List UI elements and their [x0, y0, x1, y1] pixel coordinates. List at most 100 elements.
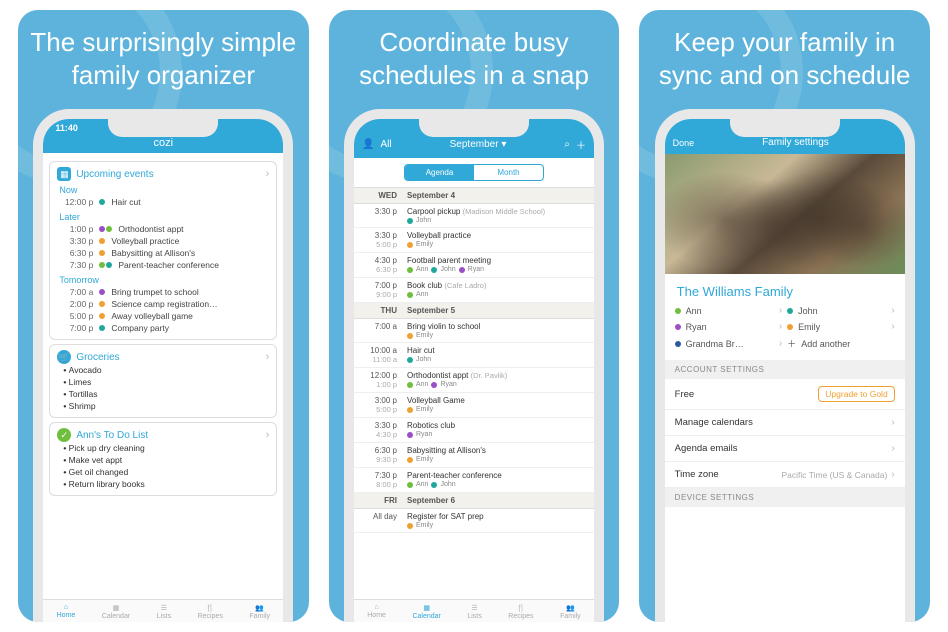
settings-row[interactable]: Manage calendars›: [665, 410, 905, 436]
tab-recipes[interactable]: 🍴Recipes: [508, 604, 533, 620]
settings-row[interactable]: Time zonePacific Time (US & Canada)›: [665, 462, 905, 488]
member-row[interactable]: Ryan›: [675, 321, 783, 332]
member-row[interactable]: Ann›: [675, 305, 783, 316]
month-title[interactable]: September ▾: [398, 139, 559, 150]
event-row[interactable]: 7:30 pParent-teacher conference: [57, 259, 269, 271]
calendar-event[interactable]: 3:00 p5:00 pVolleyball Game Emily: [354, 393, 594, 418]
calendar-event[interactable]: 12:00 p1:00 pOrthodontist appt (Dr. Pavl…: [354, 368, 594, 393]
tab-lists[interactable]: ☰Lists: [157, 604, 171, 620]
calendar-event[interactable]: 7:30 p8:00 pParent-teacher conference An…: [354, 468, 594, 493]
event-row[interactable]: 7:00 aBring trumpet to school: [57, 286, 269, 298]
calendar-event[interactable]: 3:30 p4:30 pRobotics club Ryan: [354, 418, 594, 443]
list-item[interactable]: Get oil changed: [57, 466, 269, 478]
list-item[interactable]: Avocado: [57, 364, 269, 376]
chevron-right-icon: ›: [779, 338, 782, 349]
calendar-event[interactable]: 4:30 p6:30 pFootball parent meeting Ann …: [354, 253, 594, 278]
add-member-button[interactable]: ＋Add another: [787, 337, 895, 350]
list-item[interactable]: Tortillas: [57, 388, 269, 400]
list-item[interactable]: Make vet appt: [57, 454, 269, 466]
phone-frame-1: 11:40 cozi ▦ Upcoming events › Now12:00 …: [33, 109, 293, 622]
account-section-header: ACCOUNT SETTINGS: [665, 360, 905, 379]
time-group-label: Tomorrow: [59, 275, 269, 285]
chevron-right-icon: ›: [891, 443, 894, 454]
groceries-card[interactable]: 🛒 Groceries › AvocadoLimesTortillasShrim…: [49, 344, 277, 418]
chevron-right-icon: ›: [891, 417, 894, 428]
filter-all[interactable]: All: [380, 139, 391, 150]
calendar-icon: ▦: [57, 167, 71, 181]
upcoming-card[interactable]: ▦ Upcoming events › Now12:00 pHair cutLa…: [49, 161, 277, 340]
person-icon[interactable]: 👤: [362, 139, 374, 150]
add-icon[interactable]: ＋: [576, 137, 586, 152]
event-row[interactable]: 6:30 pBabysitting at Allison's: [57, 247, 269, 259]
settings-row[interactable]: FreeUpgrade to Gold: [665, 379, 905, 410]
list-item[interactable]: Pick up dry cleaning: [57, 442, 269, 454]
members-grid: Ann› John› Ryan› Emily› Grandma Br…› ＋Add ano…: [665, 305, 905, 360]
calendar-event[interactable]: All dayRegister for SAT prep Emily: [354, 509, 594, 533]
chevron-right-icon: ›: [891, 305, 894, 316]
seg-month[interactable]: Month: [474, 165, 543, 180]
calendar-icon: ▦: [113, 604, 120, 612]
calendar-icon: ▦: [423, 604, 430, 612]
tab-family[interactable]: 👥Family: [560, 604, 581, 620]
tab-lists[interactable]: ☰Lists: [467, 604, 481, 620]
settings-row[interactable]: Agenda emails›: [665, 436, 905, 462]
lists-icon: ☰: [471, 604, 477, 612]
calendar-event[interactable]: 7:00 p9:00 pBook club (Cafe Ladro)Ann: [354, 278, 594, 303]
family-icon: 👥: [255, 604, 264, 612]
chevron-right-icon: ›: [891, 321, 894, 332]
home-icon: ⌂: [374, 604, 378, 611]
device-section-header: DEVICE SETTINGS: [665, 488, 905, 507]
tab-recipes[interactable]: 🍴Recipes: [198, 604, 223, 620]
done-button[interactable]: Done: [673, 138, 695, 148]
plus-icon: ＋: [787, 337, 796, 350]
headline-2: Coordinate busy schedules in a snap: [339, 26, 610, 91]
seg-agenda[interactable]: Agenda: [405, 165, 474, 180]
recipes-icon: 🍴: [517, 604, 526, 612]
chevron-right-icon: ›: [266, 168, 270, 180]
settings-title: Family settings: [694, 137, 896, 148]
clock: 11:40: [55, 123, 78, 133]
event-row[interactable]: 7:00 pCompany party: [57, 322, 269, 334]
time-group-label: Later: [59, 212, 269, 222]
chevron-right-icon: ›: [891, 469, 894, 480]
chevron-right-icon: ›: [779, 321, 782, 332]
phone-frame-3: Done Family settings The Williams Family…: [655, 109, 915, 622]
list-item[interactable]: Limes: [57, 376, 269, 388]
family-icon: 👥: [566, 604, 575, 612]
home-icon: ⌂: [64, 604, 68, 611]
member-row[interactable]: Grandma Br…›: [675, 337, 783, 350]
event-row[interactable]: 2:00 pScience camp registration…: [57, 298, 269, 310]
event-row[interactable]: 12:00 pHair cut: [57, 196, 269, 208]
event-row[interactable]: 1:00 pOrthodontist appt: [57, 223, 269, 235]
calendar-event[interactable]: 7:00 aBring violin to school Emily: [354, 319, 594, 343]
headline-3: Keep your family in sync and on schedule: [649, 26, 920, 91]
event-row[interactable]: 3:30 pVolleyball practice: [57, 235, 269, 247]
upgrade-button[interactable]: Upgrade to Gold: [818, 386, 894, 402]
list-item[interactable]: Shrimp: [57, 400, 269, 412]
family-photo[interactable]: [665, 154, 905, 274]
calendar-event[interactable]: 6:30 p9:30 pBabysitting at Allison's Emi…: [354, 443, 594, 468]
tab-calendar[interactable]: ▦Calendar: [102, 604, 130, 620]
chevron-right-icon: ›: [266, 351, 270, 363]
member-row[interactable]: John›: [787, 305, 895, 316]
upcoming-title: Upcoming events: [76, 169, 153, 180]
recipes-icon: 🍴: [206, 604, 215, 612]
tab-home[interactable]: ⌂Home: [57, 604, 76, 620]
app-logo: cozi: [51, 137, 275, 149]
panel-3: Keep your family in sync and on schedule…: [639, 10, 930, 622]
tab-calendar[interactable]: ▦Calendar: [412, 604, 440, 620]
tab-family[interactable]: 👥Family: [249, 604, 270, 620]
calendar-event[interactable]: 3:30 p5:00 pVolleyball practice Emily: [354, 228, 594, 253]
view-toggle[interactable]: Agenda Month: [404, 164, 544, 181]
chevron-right-icon: ›: [266, 429, 270, 441]
member-row[interactable]: Emily›: [787, 321, 895, 332]
todo-card[interactable]: ✓ Ann's To Do List › Pick up dry cleanin…: [49, 422, 277, 496]
search-icon[interactable]: ⌕: [564, 139, 570, 150]
tab-home[interactable]: ⌂Home: [367, 604, 386, 620]
lists-icon: ☰: [161, 604, 167, 612]
tab-bar: ⌂Home ▦Calendar ☰Lists 🍴Recipes 👥Family: [354, 599, 594, 622]
calendar-event[interactable]: 3:30 pCarpool pickup (Madison Middle Sch…: [354, 204, 594, 228]
event-row[interactable]: 5:00 pAway volleyball game: [57, 310, 269, 322]
list-item[interactable]: Return library books: [57, 478, 269, 490]
calendar-event[interactable]: 10:00 a11:00 aHair cut John: [354, 343, 594, 368]
